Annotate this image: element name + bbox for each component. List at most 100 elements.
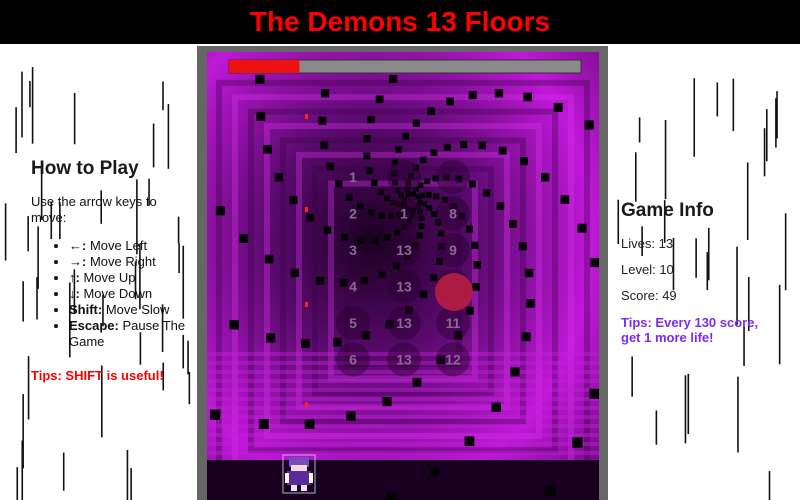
spiral-block bbox=[402, 132, 410, 140]
spiral-block bbox=[345, 193, 353, 201]
spiral-block bbox=[371, 179, 378, 187]
floor-number: 11 bbox=[446, 315, 461, 331]
spiral-block bbox=[469, 180, 477, 188]
floor-stripe bbox=[207, 415, 599, 419]
score-value: 49 bbox=[662, 288, 677, 303]
spiral-block bbox=[483, 189, 491, 197]
control-key: Escape: bbox=[69, 318, 119, 333]
red-spark bbox=[305, 302, 308, 307]
spiral-block bbox=[459, 140, 468, 149]
spiral-block bbox=[316, 276, 325, 285]
spiral-block bbox=[320, 89, 330, 98]
player-foot bbox=[291, 485, 297, 491]
floor-stripe bbox=[207, 379, 599, 383]
game-info-panel: Game Info Lives: 13 Level: 10 Score: 49 … bbox=[621, 200, 771, 345]
spiral-block bbox=[429, 467, 440, 478]
spiral-block bbox=[335, 180, 343, 188]
spiral-block bbox=[368, 209, 375, 216]
floor-number: 13 bbox=[396, 315, 412, 331]
floor-stripe bbox=[207, 406, 599, 410]
spiral-block bbox=[468, 91, 477, 100]
spiral-block bbox=[326, 162, 334, 171]
spiral-block bbox=[290, 268, 300, 278]
enemy-orb bbox=[435, 273, 473, 311]
spiral-block bbox=[209, 409, 221, 420]
spiral-block bbox=[382, 397, 392, 407]
spiral-block bbox=[430, 149, 438, 157]
spiral-block bbox=[266, 333, 276, 343]
spiral-block bbox=[421, 201, 428, 207]
game-board[interactable]: 1 2 1 8 3 13 9 4 13 5 13 11 6 13 12 bbox=[207, 52, 599, 500]
spiral-block bbox=[258, 419, 269, 430]
floor-number: 13 bbox=[396, 279, 412, 295]
spiral-block bbox=[526, 299, 535, 308]
spiral-block bbox=[494, 89, 504, 98]
control-key: ↑: bbox=[69, 270, 80, 285]
spiral-block bbox=[363, 152, 371, 160]
spiral-block bbox=[363, 135, 371, 143]
floor-stripe bbox=[207, 451, 599, 455]
level-label: Level: bbox=[621, 262, 656, 277]
player-arm bbox=[309, 473, 313, 483]
floor-stripe bbox=[207, 433, 599, 437]
control-item-left: ←: Move Left bbox=[69, 238, 191, 254]
spiral-block bbox=[524, 268, 534, 278]
floor-number: 2 bbox=[349, 206, 357, 222]
progress-fill bbox=[229, 60, 300, 73]
spiral-block bbox=[491, 402, 501, 412]
spiral-block bbox=[510, 367, 520, 377]
control-item-shift: Shift: Move Slow bbox=[69, 302, 191, 318]
spiral-block bbox=[471, 241, 479, 250]
how-to-play-intro: Use the arrow keys to move: bbox=[31, 194, 157, 225]
floor-number: 6 bbox=[349, 352, 357, 368]
how-to-play-heading: How to Play bbox=[31, 158, 139, 179]
spiral-block bbox=[384, 195, 391, 202]
level-value: 10 bbox=[659, 262, 674, 277]
spiral-block bbox=[437, 230, 445, 237]
floor-number: 1 bbox=[400, 206, 408, 222]
spiral-block bbox=[378, 212, 385, 219]
spiral-block bbox=[346, 411, 356, 421]
control-item-right: →: Move Right bbox=[69, 254, 191, 270]
spiral-block bbox=[255, 74, 265, 85]
control-key: Shift: bbox=[69, 302, 103, 317]
spiral-block bbox=[395, 146, 402, 153]
spiral-block bbox=[372, 237, 379, 244]
game-info-heading: Game Info bbox=[621, 200, 714, 221]
floor-number: 9 bbox=[449, 242, 457, 258]
spiral-block bbox=[420, 156, 427, 164]
floor-number: 4 bbox=[349, 279, 357, 295]
spiral-block bbox=[498, 146, 507, 155]
spiral-block bbox=[418, 223, 425, 230]
spiral-block bbox=[306, 213, 314, 222]
spiral-block bbox=[378, 270, 386, 279]
control-action: Move Down bbox=[83, 286, 153, 301]
spiral-block bbox=[508, 219, 517, 228]
spiral-block bbox=[300, 339, 310, 348]
spiral-block bbox=[496, 202, 505, 210]
spiral-block bbox=[323, 226, 332, 234]
spiral-block bbox=[264, 254, 274, 264]
spiral-block bbox=[375, 95, 384, 104]
spiral-block bbox=[357, 237, 365, 245]
shift-tip: Tips: SHIFT is useful! bbox=[31, 368, 164, 383]
player-arm bbox=[285, 473, 289, 483]
game-canvas[interactable]: 12 1 83 13 94 135 13 116 13 12 bbox=[207, 52, 599, 500]
red-spark bbox=[305, 207, 308, 212]
spiral-block bbox=[478, 141, 487, 150]
control-key: ←: bbox=[69, 238, 87, 253]
floor-number: 13 bbox=[396, 352, 412, 368]
spiral-block bbox=[465, 225, 473, 233]
spiral-block bbox=[419, 290, 428, 298]
spiral-block bbox=[384, 234, 391, 241]
player-foot bbox=[301, 485, 307, 491]
spiral-block bbox=[464, 436, 475, 447]
spiral-block bbox=[553, 102, 563, 112]
floor-number: 12 bbox=[445, 352, 461, 368]
spiral-block bbox=[572, 437, 583, 448]
spiral-block bbox=[426, 192, 432, 198]
spiral-block bbox=[389, 75, 398, 84]
control-item-escape: Escape: Pause The Game bbox=[69, 318, 191, 350]
spiral-block bbox=[429, 274, 438, 282]
spiral-block bbox=[544, 485, 556, 497]
